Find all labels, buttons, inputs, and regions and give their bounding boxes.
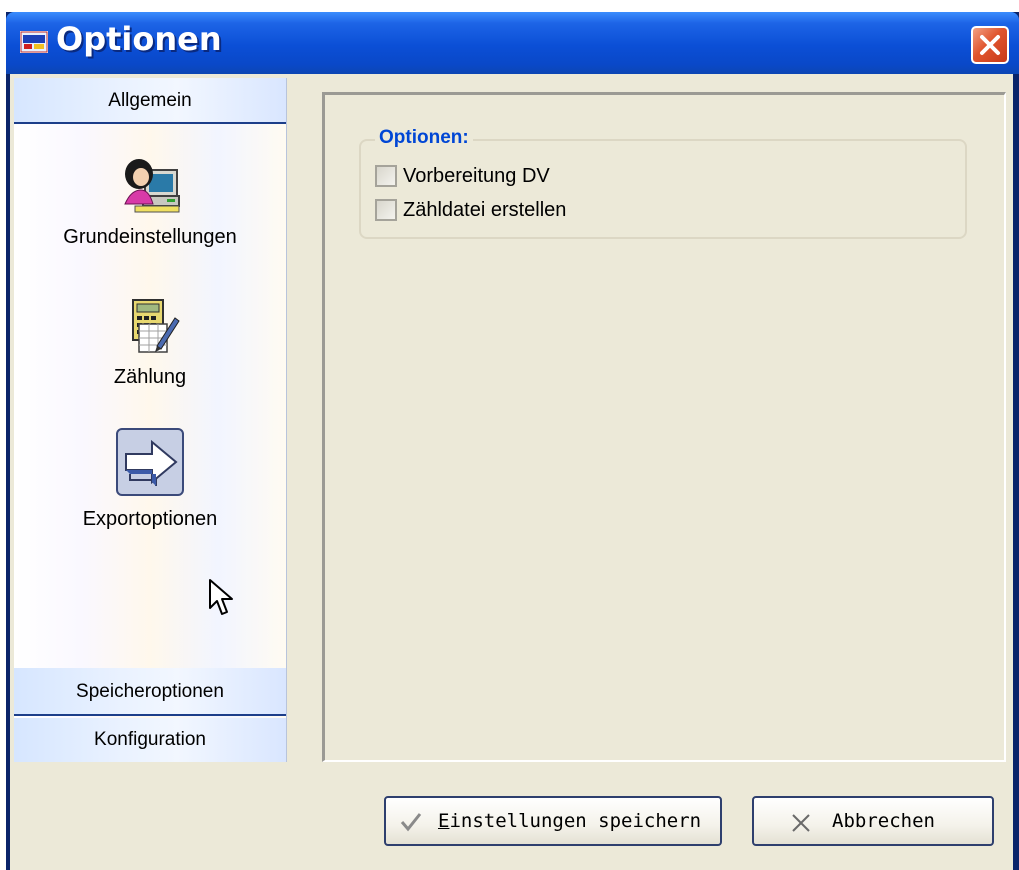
options-window: Optionen Allgemein Grundeinstellungen Zä… [6,12,1019,870]
sidebar-item-grundeinstellungen[interactable]: Grundeinstellungen [14,154,286,249]
checkbox-zaehldatei-erstellen[interactable] [375,199,397,221]
sidebar-item-label: Grundeinstellungen [63,226,237,248]
options-sidebar: Allgemein Grundeinstellungen Zählung Exp… [14,78,287,762]
title-bar[interactable]: Optionen [6,12,1019,74]
checkbox-label: Zähldatei erstellen [403,198,567,221]
sidebar-item-exportoptionen[interactable]: Exportoptionen [14,428,286,531]
checkmark-icon [400,813,422,832]
cancel-button[interactable]: Abbrechen [752,796,994,846]
sidebar-tab-speicheroptionen[interactable]: Speicheroptionen [14,668,286,716]
group-title: Optionen: [375,127,473,149]
checkbox-label: Vorbereitung DV [403,164,550,187]
user-computer-icon [124,159,180,213]
save-settings-button[interactable]: Einstellungen speichern [384,796,722,846]
app-icon [20,31,48,53]
selected-item-highlight [116,428,184,496]
checkbox-vorbereitung-dv[interactable] [375,165,397,187]
mouse-cursor-icon [209,579,233,615]
sidebar-tab-allgemein[interactable]: Allgemein [14,78,286,124]
window-title: Optionen [56,20,222,58]
options-content-panel: Optionen: Vorbereitung DV Zähldatei erst… [322,92,1006,762]
calculator-icon [132,299,180,353]
close-icon [980,35,1000,55]
option-zaehldatei-erstellen[interactable]: Zähldatei erstellen [375,197,566,223]
sidebar-item-zaehlung[interactable]: Zählung [14,294,286,389]
dialog-client-area: Allgemein Grundeinstellungen Zählung Exp… [10,74,1013,870]
option-vorbereitung-dv[interactable]: Vorbereitung DV [375,163,550,189]
arrow-right-icon [125,439,178,486]
save-button-label: Einstellungen speichern [438,810,702,832]
close-button[interactable] [971,26,1009,64]
cancel-x-icon [792,814,810,832]
sidebar-item-label: Exportoptionen [82,508,218,530]
sidebar-tab-konfiguration[interactable]: Konfiguration [14,718,286,762]
options-groupbox: Optionen: Vorbereitung DV Zähldatei erst… [359,127,967,239]
cancel-button-label: Abbrechen [832,810,935,832]
sidebar-item-label: Zählung [113,366,187,388]
